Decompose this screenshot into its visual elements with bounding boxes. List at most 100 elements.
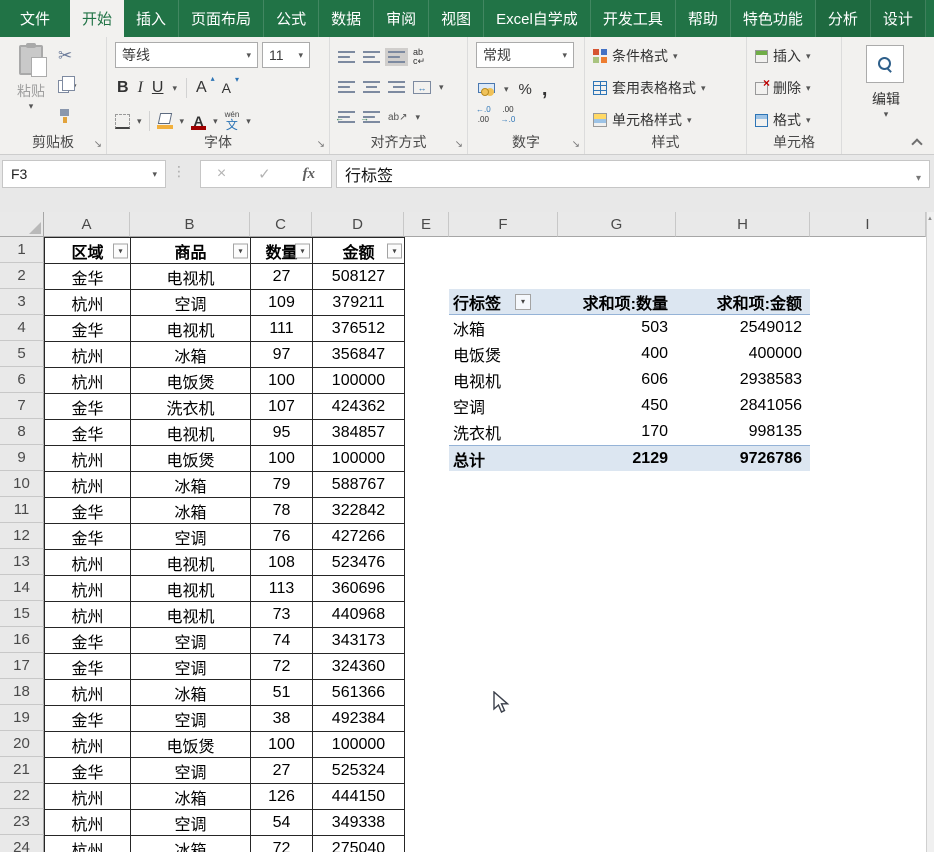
merge-center-icon[interactable]: ↔: [413, 81, 431, 94]
cell[interactable]: 金华: [45, 758, 131, 784]
cell[interactable]: 电视机: [131, 420, 251, 446]
copy-button[interactable]: ▾: [58, 75, 77, 97]
pivot-header-cell[interactable]: 求和项:数量: [558, 289, 676, 314]
cell[interactable]: 51: [251, 680, 313, 706]
cell[interactable]: 金华: [45, 498, 131, 524]
pivot-cell[interactable]: 606: [558, 367, 676, 393]
cell[interactable]: 金华: [45, 654, 131, 680]
number-format-select[interactable]: 常规▾: [476, 42, 574, 68]
pivot-cell[interactable]: 2938583: [676, 367, 810, 393]
bottom-align-icon[interactable]: [388, 51, 405, 63]
orientation-icon[interactable]: ab↗: [388, 112, 408, 123]
bold-button[interactable]: B: [117, 79, 129, 97]
tab-帮助[interactable]: 帮助: [676, 0, 731, 37]
row-header-19[interactable]: 19: [0, 705, 44, 731]
cell[interactable]: 空调: [131, 290, 251, 316]
cell[interactable]: 440968: [313, 602, 405, 628]
orientation-dropdown-icon[interactable]: ▾: [416, 112, 421, 123]
cell[interactable]: 27: [251, 264, 313, 290]
cell[interactable]: 洗衣机: [131, 394, 251, 420]
cell[interactable]: 电视机: [131, 602, 251, 628]
increase-indent-icon[interactable]: →: [363, 111, 380, 123]
cell[interactable]: 冰箱: [131, 498, 251, 524]
font-name-select[interactable]: 等线▾: [115, 42, 258, 68]
row-header-18[interactable]: 18: [0, 679, 44, 705]
row-header-6[interactable]: 6: [0, 367, 44, 393]
cell[interactable]: 杭州: [45, 602, 131, 628]
tab-file[interactable]: 文件: [0, 0, 70, 37]
font-dialog-launcher[interactable]: ↘: [317, 140, 325, 150]
tab-开始[interactable]: 开始: [70, 0, 124, 37]
phonetic-dropdown-icon[interactable]: ▾: [246, 116, 251, 127]
conditional-formatting-button[interactable]: 条件格式▾: [593, 43, 678, 69]
cell[interactable]: 379211: [313, 290, 405, 316]
pivot-cell[interactable]: 998135: [676, 419, 810, 445]
cut-button[interactable]: ✂: [58, 45, 72, 67]
comma-style-button[interactable]: ,: [542, 78, 548, 101]
column-header-F[interactable]: F: [449, 212, 558, 237]
cell[interactable]: 金华: [45, 394, 131, 420]
cell[interactable]: 金华: [45, 316, 131, 342]
cell[interactable]: 杭州: [45, 680, 131, 706]
cell[interactable]: 电视机: [131, 264, 251, 290]
vertical-scrollbar[interactable]: [926, 212, 934, 852]
cell[interactable]: 78: [251, 498, 313, 524]
cell[interactable]: 空调: [131, 706, 251, 732]
cell[interactable]: 79: [251, 472, 313, 498]
pivot-cell[interactable]: 400000: [676, 341, 810, 367]
cell[interactable]: 111: [251, 316, 313, 342]
center-align-icon[interactable]: [363, 81, 380, 93]
percent-style-button[interactable]: %: [519, 81, 532, 98]
cell[interactable]: 杭州: [45, 732, 131, 758]
tab-页面布局[interactable]: 页面布局: [179, 0, 264, 37]
pivot-total-cell[interactable]: 9726786: [676, 446, 810, 471]
cell[interactable]: 38: [251, 706, 313, 732]
cell[interactable]: 空调: [131, 524, 251, 550]
accounting-format-icon[interactable]: [478, 82, 494, 96]
pivot-cell[interactable]: 2549012: [676, 315, 810, 341]
cell[interactable]: 杭州: [45, 836, 131, 852]
cell[interactable]: 108: [251, 550, 313, 576]
select-all-corner[interactable]: [0, 212, 44, 237]
table-header-cell[interactable]: 金额▾: [313, 238, 405, 264]
pivot-cell[interactable]: 空调: [449, 393, 558, 419]
decrease-font-button[interactable]: A: [222, 80, 237, 96]
tab-设计[interactable]: 设计: [871, 0, 926, 37]
cancel-icon[interactable]: ×: [217, 165, 226, 183]
cell[interactable]: 杭州: [45, 368, 131, 394]
cell[interactable]: 100: [251, 368, 313, 394]
column-header-H[interactable]: H: [676, 212, 810, 237]
enter-icon[interactable]: ✓: [258, 165, 271, 183]
cell[interactable]: 73: [251, 602, 313, 628]
cell[interactable]: 126: [251, 784, 313, 810]
tab-特色功能[interactable]: 特色功能: [731, 0, 816, 37]
filter-dropdown-icon[interactable]: ▾: [387, 243, 402, 258]
borders-icon[interactable]: [115, 114, 130, 129]
cell[interactable]: 376512: [313, 316, 405, 342]
cell[interactable]: 588767: [313, 472, 405, 498]
row-header-17[interactable]: 17: [0, 653, 44, 679]
cell[interactable]: 384857: [313, 420, 405, 446]
find-select-button[interactable]: [866, 45, 904, 83]
pivot-total-cell[interactable]: 2129: [558, 446, 676, 471]
row-header-16[interactable]: 16: [0, 627, 44, 653]
tab-Excel自学成[interactable]: Excel自学成: [484, 0, 591, 37]
cell[interactable]: 322842: [313, 498, 405, 524]
column-header-G[interactable]: G: [558, 212, 676, 237]
row-header-1[interactable]: 1: [0, 237, 44, 263]
cell[interactable]: 杭州: [45, 810, 131, 836]
cell[interactable]: 109: [251, 290, 313, 316]
italic-button[interactable]: I: [138, 79, 143, 97]
row-header-10[interactable]: 10: [0, 471, 44, 497]
row-header-13[interactable]: 13: [0, 549, 44, 575]
row-header-5[interactable]: 5: [0, 341, 44, 367]
tab-插入[interactable]: 插入: [124, 0, 179, 37]
row-header-23[interactable]: 23: [0, 809, 44, 835]
cell[interactable]: 电饭煲: [131, 732, 251, 758]
cell[interactable]: 72: [251, 836, 313, 852]
cell[interactable]: 冰箱: [131, 680, 251, 706]
column-header-D[interactable]: D: [312, 212, 404, 237]
row-header-22[interactable]: 22: [0, 783, 44, 809]
row-header-3[interactable]: 3: [0, 289, 44, 315]
row-header-11[interactable]: 11: [0, 497, 44, 523]
